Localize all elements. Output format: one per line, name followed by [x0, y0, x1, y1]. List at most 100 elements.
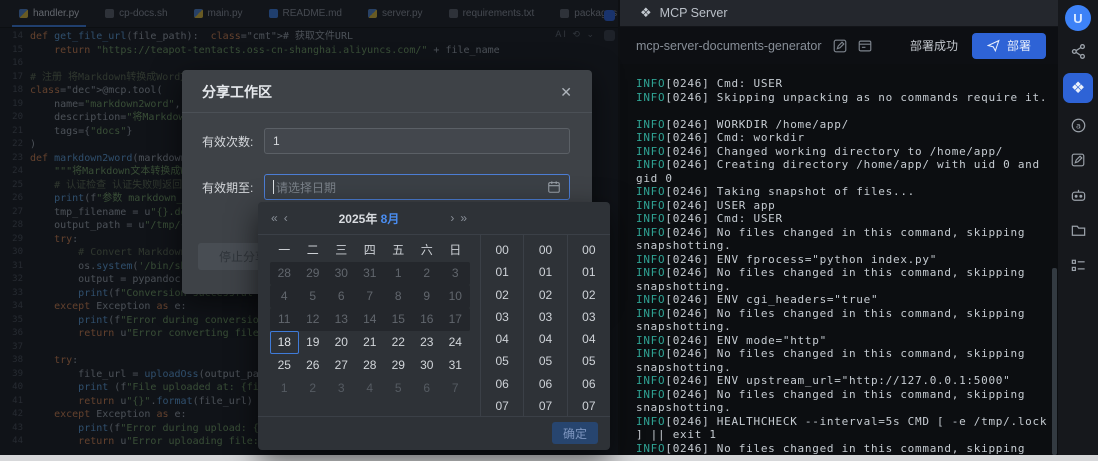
log-scrollbar[interactable] — [1052, 268, 1057, 455]
date-cell: 16 — [420, 312, 434, 326]
date-cell[interactable]: 27 — [327, 354, 356, 377]
month-label[interactable]: 8月 — [381, 212, 400, 226]
time-cell[interactable]: 02 — [481, 284, 523, 306]
time-cell[interactable]: 04 — [524, 328, 566, 350]
time-cell[interactable]: 07 — [481, 395, 523, 416]
log-line: INFO[0246] Cmd: workdir — [636, 131, 805, 144]
date-cell[interactable]: 22 — [384, 331, 413, 354]
date-cell[interactable]: 5 — [384, 377, 413, 400]
deploy-button[interactable]: 部署 — [971, 32, 1046, 59]
log-line: INFO[0246] ENV mode="http" — [636, 333, 827, 347]
server-name: mcp-server-documents-generator — [636, 38, 822, 53]
time-cell[interactable]: 06 — [568, 373, 610, 395]
time-cell[interactable]: 01 — [568, 261, 610, 283]
ok-button[interactable]: 确定 — [552, 422, 598, 444]
date-cell[interactable]: 7 — [441, 377, 470, 400]
date-cell[interactable]: 6 — [413, 377, 442, 400]
sidebar-list-icon[interactable] — [1065, 252, 1091, 278]
edit-name-icon[interactable] — [832, 38, 848, 54]
date-cell: 11 — [278, 312, 291, 326]
log-line: INFO[0246] Cmd: USER — [636, 77, 783, 90]
next-year-arrow[interactable]: » — [457, 211, 470, 225]
time-cell[interactable]: 03 — [524, 306, 566, 328]
mcp-panel-title: MCP Server — [659, 6, 728, 20]
modal-title: 分享工作区 — [202, 84, 272, 100]
log-line: INFO[0246] ENV cgi_headers="true" — [636, 293, 879, 306]
time-column-1: 00 01 02 03 04 05 06 07 — [523, 235, 566, 416]
app-window: handler.pycp-docs.shmain.pyREADME.mdserv… — [0, 0, 1098, 461]
date-cell: 13 — [334, 312, 348, 326]
page-bottom-strip — [0, 455, 1098, 461]
date-cell[interactable]: 31 — [441, 354, 470, 377]
weekday-header: 五 — [392, 243, 405, 257]
log-line: INFO[0246] WORKDIR /home/app/ — [636, 117, 849, 131]
sidebar-edit-icon[interactable] — [1065, 147, 1091, 173]
date-cell[interactable]: 23 — [413, 331, 442, 354]
log-line: INFO[0246] No files changed in this comm… — [636, 266, 1033, 293]
sidebar-share-icon[interactable] — [1065, 38, 1091, 64]
deploy-log-output[interactable]: INFO[0246] Cmd: USER INFO[0246] Skipping … — [620, 64, 1053, 455]
log-line: INFO[0246] Taking snapshot of files... — [636, 185, 916, 198]
time-cell[interactable]: 01 — [524, 261, 566, 283]
time-cell[interactable]: 00 — [481, 239, 523, 261]
time-cell[interactable]: 00 — [524, 239, 566, 261]
sidebar-folder-icon[interactable] — [1065, 217, 1091, 243]
time-cell[interactable]: 05 — [524, 350, 566, 372]
weekday-header: 三 — [335, 243, 348, 257]
calendar-grid: 一二三四五六日 28 29 30 31 1 2 3 4 5 6 7 8 9 10 11 12 13 14 15 16 17… — [258, 235, 480, 416]
year-label[interactable]: 2025年 — [339, 212, 378, 226]
time-cell[interactable]: 04 — [481, 328, 523, 350]
date-cell[interactable]: 4 — [356, 377, 385, 400]
time-cell[interactable]: 02 — [568, 284, 610, 306]
time-cell[interactable]: 00 — [568, 239, 610, 261]
time-cell[interactable]: 03 — [481, 306, 523, 328]
date-cell-today[interactable]: 18 — [270, 331, 299, 354]
text-caret — [273, 180, 274, 194]
weekday-header: 一 — [278, 243, 291, 257]
time-cell[interactable]: 01 — [481, 261, 523, 283]
time-cell[interactable]: 03 — [568, 306, 610, 328]
time-column-2: 00 01 02 03 04 05 06 07 — [566, 235, 610, 416]
log-line: INFO[0246] Changed working directory to … — [636, 144, 1004, 158]
date-cell: 1 — [394, 266, 402, 280]
date-cell[interactable]: 20 — [327, 331, 356, 354]
expire-date-input[interactable]: 请选择日期 — [264, 174, 570, 200]
sidebar-at-icon[interactable]: a — [1065, 112, 1091, 138]
valid-count-input[interactable] — [264, 128, 570, 154]
date-cell[interactable]: 21 — [356, 331, 385, 354]
close-icon[interactable]: ✕ — [560, 84, 572, 101]
server-card-icon[interactable] — [857, 38, 873, 54]
date-cell[interactable]: 26 — [299, 354, 328, 377]
sidebar-bot-icon[interactable] — [1065, 182, 1091, 208]
time-cell[interactable]: 07 — [568, 395, 610, 416]
date-cell[interactable]: 19 — [299, 331, 328, 354]
date-cell[interactable]: 1 — [270, 377, 299, 400]
time-cell[interactable]: 02 — [524, 284, 566, 306]
log-line: INFO[0246] No files changed in this comm… — [636, 306, 1033, 334]
time-cell[interactable]: 05 — [481, 350, 523, 372]
date-cell: 7 — [366, 289, 374, 303]
log-line: INFO[0246] Cmd: USER — [636, 212, 783, 225]
date-cell[interactable]: 29 — [384, 354, 413, 377]
sidebar-mcp-icon[interactable]: ❖ — [1063, 73, 1093, 103]
date-cell[interactable]: 3 — [327, 377, 356, 400]
date-picker-dropdown: « ‹ 2025年 8月 › » 一二三四五六日 28 29 30 31 1 2 3 4 5 6 7 8… — [258, 202, 610, 450]
time-cell[interactable]: 05 — [568, 350, 610, 372]
date-cell[interactable]: 30 — [413, 354, 442, 377]
date-cell[interactable]: 28 — [356, 354, 385, 377]
time-cell[interactable]: 06 — [481, 373, 523, 395]
time-cell[interactable]: 06 — [524, 373, 566, 395]
time-cell[interactable]: 04 — [568, 328, 610, 350]
log-line: INFO[0246] USER app — [636, 198, 776, 212]
time-cell[interactable]: 07 — [524, 395, 566, 416]
user-avatar[interactable]: U — [1065, 5, 1091, 31]
date-cell[interactable]: 24 — [441, 331, 470, 354]
expire-date-label: 有效期至: — [202, 180, 254, 195]
date-cell[interactable]: 2 — [299, 377, 328, 400]
prev-month-arrow[interactable]: ‹ — [281, 211, 291, 225]
log-line: INFO[0246] ENV fprocess="python index.py… — [636, 252, 938, 266]
next-month-arrow[interactable]: › — [447, 211, 457, 225]
date-cell: 31 — [363, 266, 377, 280]
prev-year-arrow[interactable]: « — [268, 211, 281, 225]
date-cell[interactable]: 25 — [270, 354, 299, 377]
